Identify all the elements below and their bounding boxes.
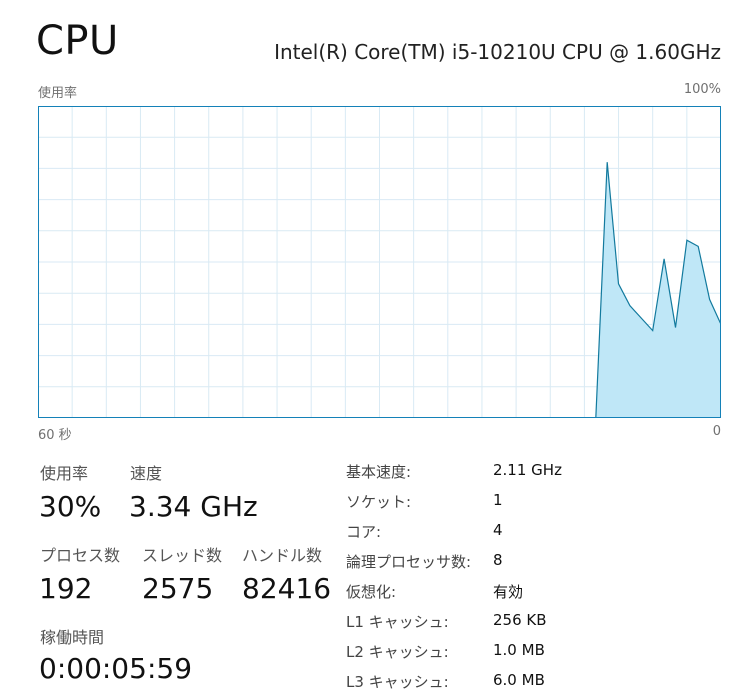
l3-cache-label: L3 キャッシュ:	[346, 673, 449, 691]
processes-label: プロセス数	[40, 546, 121, 565]
base-speed-value: 2.11 GHz	[493, 461, 562, 479]
page-title: CPU	[36, 18, 119, 64]
graph-y-label: 使用率	[38, 86, 78, 101]
cores-label: コア:	[346, 523, 382, 541]
sockets-label: ソケット:	[346, 493, 412, 511]
uptime-value: 0:00:05:59	[39, 652, 193, 685]
base-speed-label: 基本速度:	[346, 463, 412, 481]
l3-cache-value: 6.0 MB	[493, 671, 545, 689]
threads-label: スレッド数	[142, 546, 223, 565]
uptime-label: 稼働時間	[40, 628, 105, 647]
graph-x-right-label: 0	[712, 424, 721, 439]
threads-value: 2575	[142, 572, 214, 605]
handles-value: 82416	[242, 572, 332, 605]
cores-value: 4	[493, 521, 503, 539]
utilization-label: 使用率	[40, 464, 89, 483]
l2-cache-label: L2 キャッシュ:	[346, 643, 449, 661]
graph-x-left-label: 60 秒	[38, 428, 72, 443]
utilization-value: 30%	[39, 490, 102, 523]
l1-cache-value: 256 KB	[493, 611, 547, 629]
l2-cache-value: 1.0 MB	[493, 641, 545, 659]
processes-value: 192	[39, 572, 93, 605]
l1-cache-label: L1 キャッシュ:	[346, 613, 449, 631]
speed-label: 速度	[130, 464, 163, 483]
sockets-value: 1	[493, 491, 503, 509]
logical-processors-value: 8	[493, 551, 503, 569]
logical-processors-label: 論理プロセッサ数:	[346, 553, 472, 571]
cpu-model-name: Intel(R) Core(TM) i5-10210U CPU @ 1.60GH…	[274, 40, 721, 64]
virtualization-label: 仮想化:	[346, 583, 397, 601]
cpu-utilization-graph	[38, 106, 721, 418]
virtualization-value: 有効	[493, 583, 524, 601]
speed-value: 3.34 GHz	[129, 490, 258, 523]
handles-label: ハンドル数	[242, 546, 323, 565]
graph-y-max-label: 100%	[683, 82, 721, 97]
